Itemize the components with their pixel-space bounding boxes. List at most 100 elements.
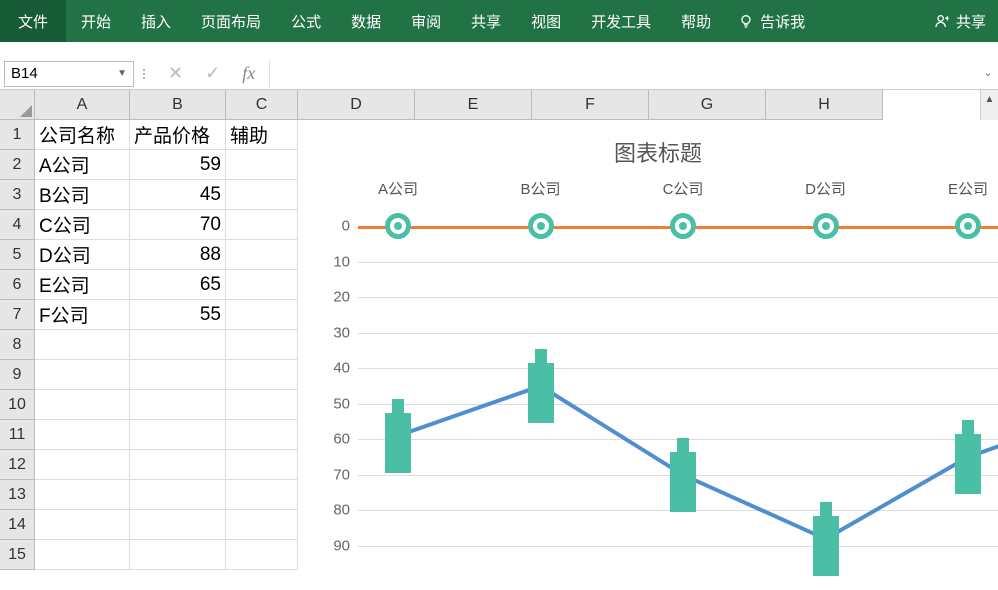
chart-title[interactable]: 图表标题 <box>298 120 998 178</box>
cell-A10[interactable] <box>35 390 130 420</box>
chart-bottle-marker[interactable] <box>385 399 411 473</box>
ribbon: 文件 开始 插入 页面布局 公式 数据 审阅 共享 视图 开发工具 帮助 告诉我… <box>0 0 998 42</box>
cell-C9[interactable] <box>226 360 298 390</box>
cell-C12[interactable] <box>226 450 298 480</box>
tab-file[interactable]: 文件 <box>0 0 66 42</box>
row-header-6[interactable]: 6 <box>0 270 35 300</box>
cell-B5[interactable]: 88 <box>130 240 226 270</box>
cell-C1[interactable]: 辅助 <box>226 120 298 150</box>
tab-data[interactable]: 数据 <box>336 0 396 42</box>
cell-C6[interactable] <box>226 270 298 300</box>
cell-A11[interactable] <box>35 420 130 450</box>
tell-me[interactable]: 告诉我 <box>726 11 817 32</box>
col-header-G[interactable]: G <box>649 90 766 120</box>
cell-C5[interactable] <box>226 240 298 270</box>
cell-A2[interactable]: A公司 <box>35 150 130 180</box>
cell-B1[interactable]: 产品价格 <box>130 120 226 150</box>
chart-bottle-marker[interactable] <box>528 349 554 423</box>
cell-C15[interactable] <box>226 540 298 570</box>
cell-A13[interactable] <box>35 480 130 510</box>
embedded-chart[interactable]: 图表标题 A公司B公司C公司D公司E公司 0102030405060708090 <box>298 120 998 590</box>
cell-C2[interactable] <box>226 150 298 180</box>
cell-A6[interactable]: E公司 <box>35 270 130 300</box>
row-header-13[interactable]: 13 <box>0 480 35 510</box>
cell-A9[interactable] <box>35 360 130 390</box>
cell-B7[interactable]: 55 <box>130 300 226 330</box>
cell-A12[interactable] <box>35 450 130 480</box>
cell-B6[interactable]: 65 <box>130 270 226 300</box>
cell-C8[interactable] <box>226 330 298 360</box>
cell-C11[interactable] <box>226 420 298 450</box>
confirm-icon: ✓ <box>205 63 220 84</box>
row-header-4[interactable]: 4 <box>0 210 35 240</box>
cell-C13[interactable] <box>226 480 298 510</box>
row-header-9[interactable]: 9 <box>0 360 35 390</box>
row-header-1[interactable]: 1 <box>0 120 35 150</box>
cell-B10[interactable] <box>130 390 226 420</box>
cell-A8[interactable] <box>35 330 130 360</box>
name-box[interactable]: B14 ▼ <box>4 61 134 87</box>
cell-C14[interactable] <box>226 510 298 540</box>
tab-review[interactable]: 审阅 <box>396 0 456 42</box>
resize-handle[interactable] <box>134 69 154 79</box>
fx-icon[interactable]: fx <box>242 63 255 84</box>
cell-B11[interactable] <box>130 420 226 450</box>
select-all-corner[interactable] <box>0 90 35 120</box>
tab-help[interactable]: 帮助 <box>666 0 726 42</box>
cell-A1[interactable]: 公司名称 <box>35 120 130 150</box>
row-header-10[interactable]: 10 <box>0 390 35 420</box>
chart-bottle-marker[interactable] <box>955 420 981 494</box>
cells[interactable]: 公司名称产品价格辅助 A公司59B公司45C公司70D公司88E公司65F公司55… <box>35 120 980 570</box>
tab-developer[interactable]: 开发工具 <box>576 0 666 42</box>
tab-pagelayout[interactable]: 页面布局 <box>186 0 276 42</box>
expand-formula-icon[interactable]: ⌄ <box>978 68 998 79</box>
row-header-11[interactable]: 11 <box>0 420 35 450</box>
cell-C7[interactable] <box>226 300 298 330</box>
cell-B4[interactable]: 70 <box>130 210 226 240</box>
cell-A7[interactable]: F公司 <box>35 300 130 330</box>
cell-A15[interactable] <box>35 540 130 570</box>
row-header-2[interactable]: 2 <box>0 150 35 180</box>
cancel-icon: ✕ <box>168 63 183 84</box>
cell-A3[interactable]: B公司 <box>35 180 130 210</box>
col-header-A[interactable]: A <box>35 90 130 120</box>
row-header-8[interactable]: 8 <box>0 330 35 360</box>
cell-B12[interactable] <box>130 450 226 480</box>
cell-C3[interactable] <box>226 180 298 210</box>
cell-C10[interactable] <box>226 390 298 420</box>
col-header-B[interactable]: B <box>130 90 226 120</box>
cell-B15[interactable] <box>130 540 226 570</box>
col-header-C[interactable]: C <box>226 90 298 120</box>
tab-formulas[interactable]: 公式 <box>276 0 336 42</box>
tab-home[interactable]: 开始 <box>66 0 126 42</box>
cell-B3[interactable]: 45 <box>130 180 226 210</box>
scroll-up-icon[interactable]: ▲ <box>981 90 998 108</box>
cell-A4[interactable]: C公司 <box>35 210 130 240</box>
col-header-E[interactable]: E <box>415 90 532 120</box>
row-header-3[interactable]: 3 <box>0 180 35 210</box>
cell-B2[interactable]: 59 <box>130 150 226 180</box>
col-header-F[interactable]: F <box>532 90 649 120</box>
tab-share[interactable]: 共享 <box>456 0 516 42</box>
chevron-down-icon[interactable]: ▼ <box>117 68 127 79</box>
chart-bottle-marker[interactable] <box>670 438 696 512</box>
chart-bottle-marker[interactable] <box>813 502 839 576</box>
cell-B9[interactable] <box>130 360 226 390</box>
formula-input[interactable] <box>269 61 978 87</box>
cell-A14[interactable] <box>35 510 130 540</box>
row-header-7[interactable]: 7 <box>0 300 35 330</box>
cell-B13[interactable] <box>130 480 226 510</box>
row-header-14[interactable]: 14 <box>0 510 35 540</box>
tab-view[interactable]: 视图 <box>516 0 576 42</box>
row-header-12[interactable]: 12 <box>0 450 35 480</box>
cell-C4[interactable] <box>226 210 298 240</box>
cell-B14[interactable] <box>130 510 226 540</box>
col-header-H[interactable]: H <box>766 90 883 120</box>
row-header-5[interactable]: 5 <box>0 240 35 270</box>
share-button[interactable]: 共享 <box>922 11 998 32</box>
col-header-D[interactable]: D <box>298 90 415 120</box>
cell-A5[interactable]: D公司 <box>35 240 130 270</box>
tab-insert[interactable]: 插入 <box>126 0 186 42</box>
cell-B8[interactable] <box>130 330 226 360</box>
row-header-15[interactable]: 15 <box>0 540 35 570</box>
